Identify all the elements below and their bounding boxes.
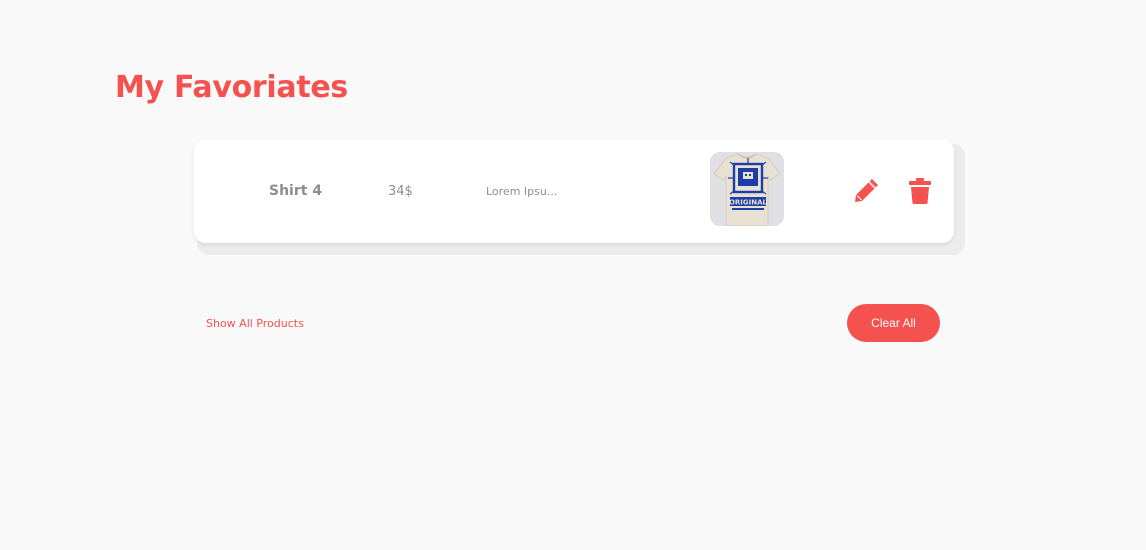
product-image: ORIGINAL [710,152,784,226]
show-all-products-link[interactable]: Show All Products [206,317,304,330]
edit-button[interactable] [852,177,880,205]
favorites-page: My Favoriates Shirt 4 34$ Lorem Ipsu... [0,0,1146,550]
trash-icon [909,178,931,204]
page-title: My Favoriates [115,70,348,105]
tshirt-print-text: ORIGINAL [729,199,768,207]
product-price: 34$ [388,183,413,199]
tshirt-image: ORIGINAL [710,152,784,226]
delete-button[interactable] [908,177,932,205]
product-description: Lorem Ipsu... [486,184,558,198]
favorite-item-card: Shirt 4 34$ Lorem Ipsu... ORIGINAL [194,139,954,243]
pencil-icon [855,179,878,202]
product-name: Shirt 4 [269,183,323,199]
clear-all-button[interactable]: Clear All [847,304,940,342]
